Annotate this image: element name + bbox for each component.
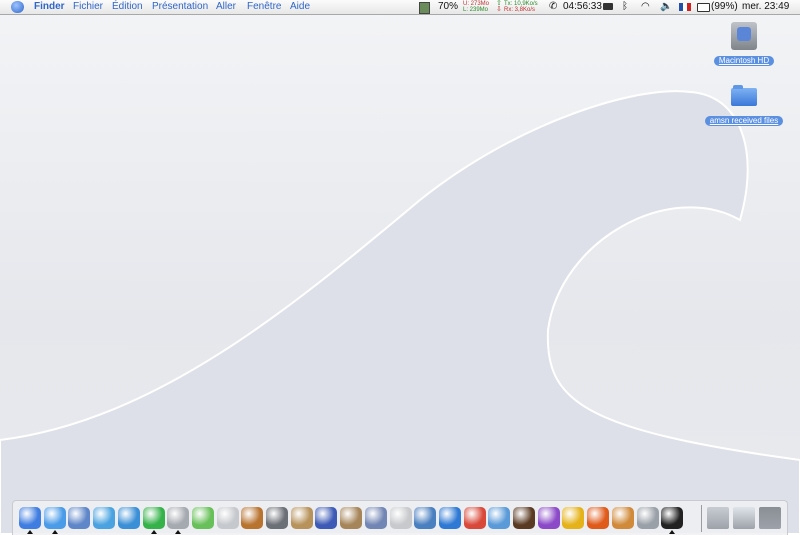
itunes-icon[interactable] [192,507,214,529]
quicktime-icon[interactable] [439,507,461,529]
safari-icon[interactable] [44,507,66,529]
display-icon[interactable] [603,3,613,10]
desktop-item-label: amsn received files [704,116,784,126]
wifi-icon[interactable]: ◠ [641,0,650,14]
system-prefs-icon[interactable] [167,507,189,529]
menu-fenetre[interactable]: Fenêtre [247,0,281,14]
flame-icon[interactable] [587,507,609,529]
cpu-monitor-icon[interactable] [419,2,430,14]
menu-finder[interactable]: Finder [34,0,65,14]
battery-percent[interactable]: (99%) [711,0,738,14]
desktop-item-macintosh-hd[interactable]: Macintosh HD [712,22,776,68]
running-indicator [151,530,157,534]
download-icon: ⇩ [496,6,502,13]
spider-icon[interactable] [513,507,535,529]
messenger-icon[interactable] [93,507,115,529]
terminal-icon[interactable] [661,507,683,529]
road-sign-icon[interactable] [562,507,584,529]
ipod-icon[interactable] [390,507,412,529]
apple-menu-icon[interactable] [11,1,24,13]
finder-icon[interactable] [19,507,41,529]
trash-icon[interactable] [759,507,781,529]
dock-separator [701,505,702,532]
imovie-icon[interactable] [315,507,337,529]
bluetooth-icon[interactable]: ᛒ [622,0,628,14]
running-indicator [669,530,675,534]
wave-wallpaper [0,90,800,534]
yahoo-icon[interactable] [538,507,560,529]
menu-edition[interactable]: Édition [112,0,143,14]
game-icon[interactable] [612,507,634,529]
desktop [0,0,800,534]
hard-drive-icon [731,22,757,50]
menu-clock[interactable]: mer. 23:49 [742,0,789,14]
memory-free: L: 239Mo [463,7,489,13]
window-thumbnail-icon[interactable] [707,507,729,529]
menu-aller[interactable]: Aller [216,0,236,14]
volume-icon[interactable]: 🔈 [660,0,672,14]
ical-icon[interactable] [464,507,486,529]
mail-stamp-icon[interactable] [217,507,239,529]
flag-fr-icon[interactable] [679,3,691,11]
running-indicator [52,530,58,534]
network-rx: Rx: 3,8Ko/s [504,7,536,13]
menu-aide[interactable]: Aide [290,0,310,14]
skype-icon[interactable] [143,507,165,529]
iweb-icon[interactable] [488,507,510,529]
desktop-item-amsn-received-files[interactable]: amsn received files [700,85,788,128]
running-indicator [27,530,33,534]
disk-utility-icon[interactable] [637,507,659,529]
menu-bar: Finder Fichier Édition Présentation Alle… [0,0,800,15]
photos-icon[interactable] [365,507,387,529]
iphoto-icon[interactable] [414,507,436,529]
menu-fichier[interactable]: Fichier [73,0,103,14]
desktop-item-label: Macintosh HD [713,56,775,66]
installer-icon[interactable] [291,507,313,529]
menu-presentation[interactable]: Présentation [152,0,208,14]
ichat-icon[interactable] [118,507,140,529]
cpu-percent[interactable]: 70% [438,0,458,14]
running-indicator [175,530,181,534]
package-icon[interactable] [340,507,362,529]
preview-icon[interactable] [68,507,90,529]
sherlock-icon[interactable] [266,507,288,529]
browser-thumbnail-icon[interactable] [733,507,755,529]
battery-icon[interactable] [697,3,710,12]
garageband-icon[interactable] [241,507,263,529]
folder-icon [731,85,757,106]
clock-seconds[interactable]: 04:56:33 [563,0,602,14]
phone-icon[interactable]: ✆ [549,0,557,14]
